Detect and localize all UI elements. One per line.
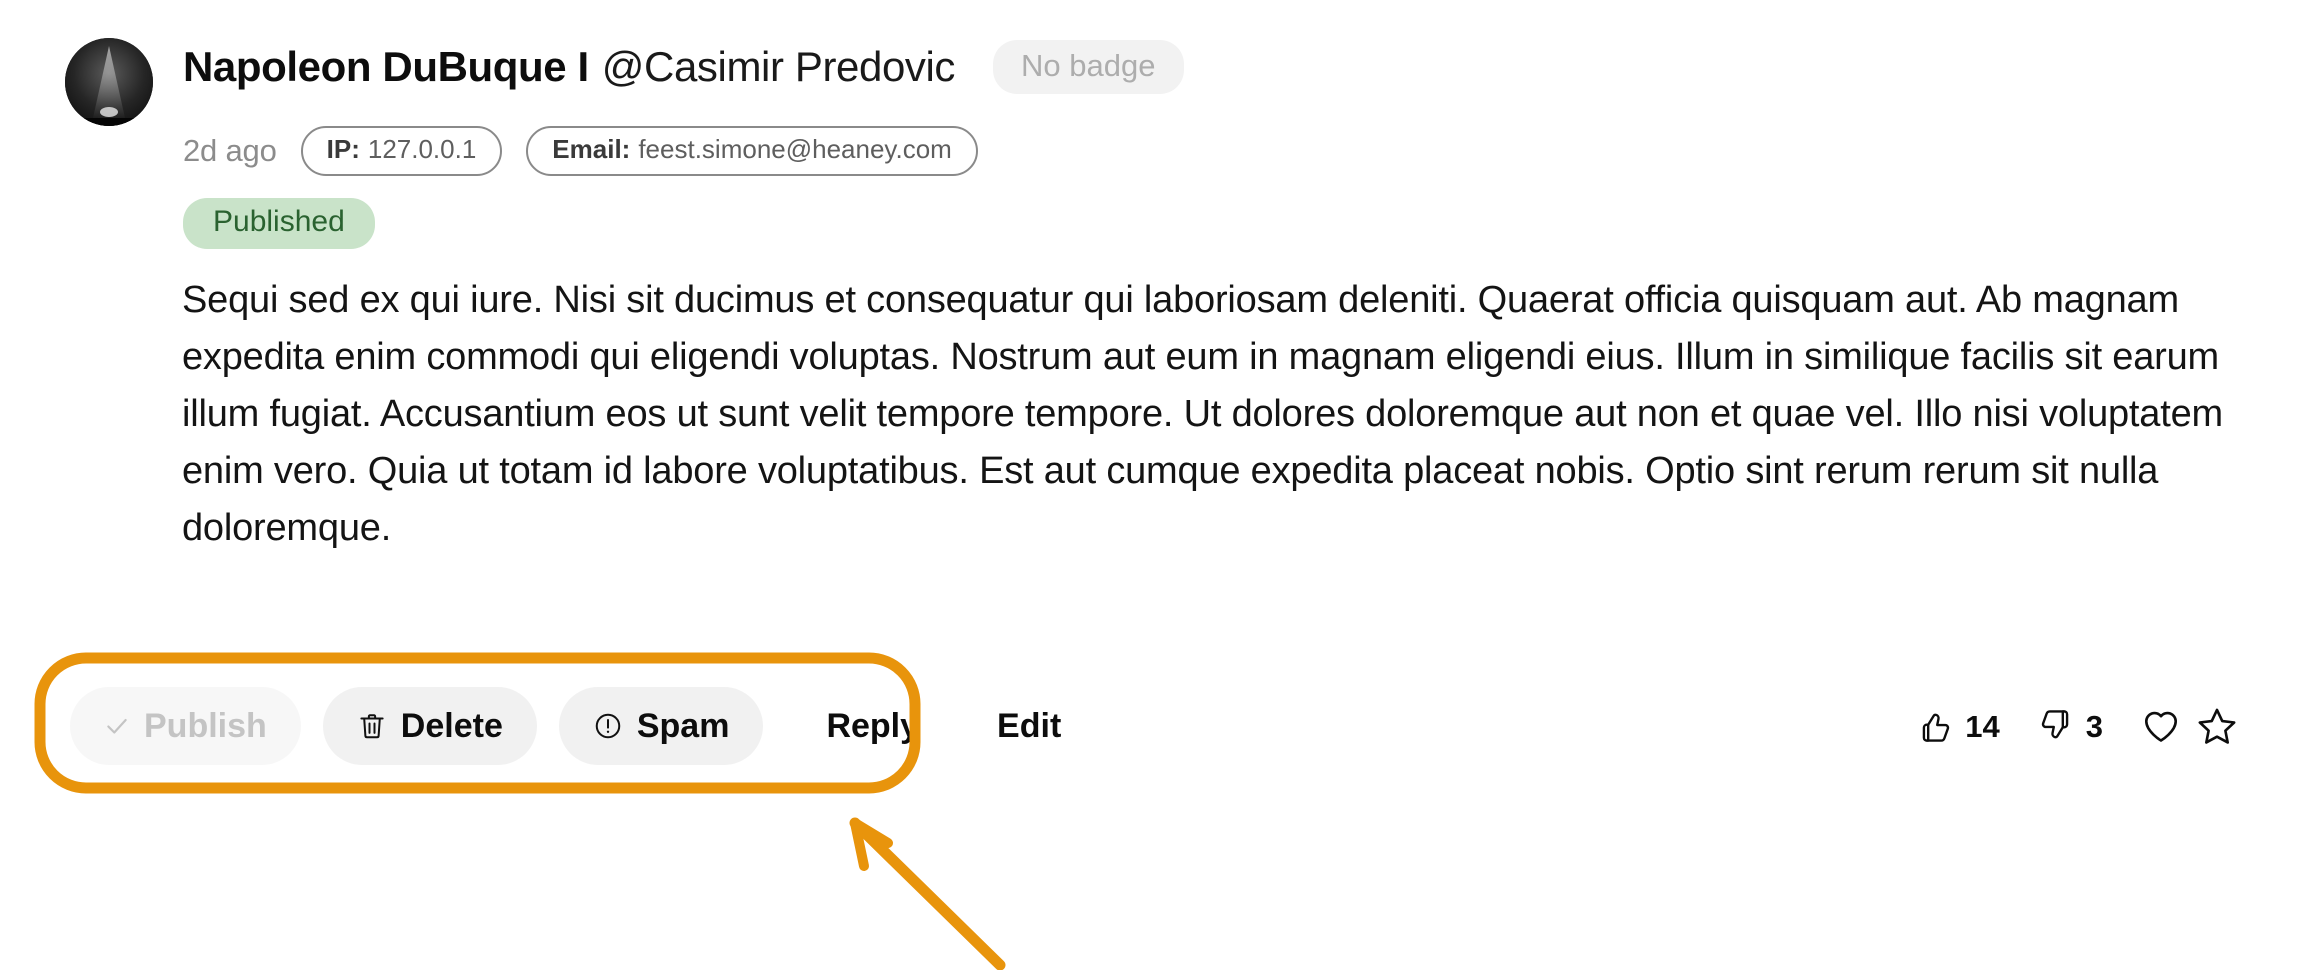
exclamation-circle-icon — [593, 711, 623, 741]
heart-icon — [2140, 705, 2182, 747]
comment-body: Sequi sed ex qui iure. Nisi sit ducimus … — [182, 279, 2223, 549]
trash-icon — [357, 711, 387, 741]
timestamp: 2d ago — [183, 132, 277, 168]
edit-button[interactable]: Edit — [997, 707, 1061, 746]
avatar-image — [65, 38, 153, 126]
annotation-arrow-head-right — [850, 818, 893, 848]
thumbs-down-icon — [2037, 707, 2075, 745]
ip-chip-value: 127.0.0.1 — [367, 134, 477, 164]
reaction-group: 14 3 — [1916, 705, 2260, 747]
author-handle: @Casimir Predovic — [601, 43, 956, 90]
thumbs-up-reaction[interactable]: 14 — [1916, 707, 2000, 745]
status-row: Published — [183, 198, 375, 249]
avatar[interactable] — [65, 38, 153, 126]
reply-button[interactable]: Reply — [826, 707, 919, 746]
comment-action-bar: Publish Delete Spam Reply Edit 14 3 — [70, 684, 2260, 768]
delete-button[interactable]: Delete — [322, 687, 537, 765]
thumbs-up-count: 14 — [1965, 708, 2000, 744]
annotation-arrow-shaft — [849, 817, 1006, 970]
heart-reaction[interactable] — [2140, 705, 2182, 747]
email-chip: Email: feest.simone@heaney.com — [526, 126, 978, 176]
spam-button[interactable]: Spam — [558, 687, 764, 765]
status-badge: Published — [183, 198, 375, 249]
annotation-arrow-head-left — [850, 818, 869, 871]
publish-button[interactable]: Publish — [70, 687, 301, 765]
ip-chip: IP: 127.0.0.1 — [300, 126, 503, 176]
star-icon — [2196, 705, 2238, 747]
author-name: Napoleon DuBuque I — [183, 43, 589, 90]
no-badge-pill: No badge — [993, 40, 1184, 94]
comment-meta: 2d ago IP: 127.0.0.1 Email: feest.simone@h… — [183, 126, 978, 176]
delete-button-label: Delete — [400, 707, 503, 745]
thumbs-up-icon — [1916, 707, 1954, 745]
email-chip-value: feest.simone@heaney.com — [638, 134, 952, 164]
thumbs-down-reaction[interactable]: 3 — [2037, 707, 2103, 745]
star-reaction[interactable] — [2196, 705, 2238, 747]
check-icon — [104, 713, 130, 739]
ip-chip-label: IP: — [326, 134, 360, 164]
email-chip-label: Email: — [552, 134, 631, 164]
spam-button-label: Spam — [636, 707, 730, 745]
thumbs-down-count: 3 — [2085, 708, 2103, 744]
comment-header: Napoleon DuBuque I @Casimir Predovic No … — [183, 40, 1184, 94]
publish-button-label: Publish — [144, 707, 267, 745]
comment-card: Napoleon DuBuque I @Casimir Predovic No … — [0, 0, 2303, 970]
